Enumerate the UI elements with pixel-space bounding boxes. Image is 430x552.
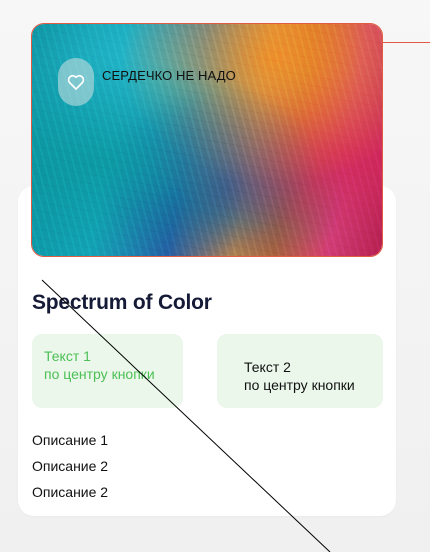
button-2-line-1: Текст 2 bbox=[244, 359, 291, 375]
hero-image: СЕРДЕЧКО НЕ НАДО bbox=[31, 23, 383, 257]
description-item: Описание 2 bbox=[32, 458, 109, 474]
button-1-line-2: по центру кнопки bbox=[44, 366, 155, 382]
favorite-label: СЕРДЕЧКО НЕ НАДО bbox=[102, 68, 236, 83]
annotation-connector bbox=[382, 42, 430, 43]
text-button-2[interactable]: Текст 2 по центру кнопки bbox=[217, 334, 383, 408]
card-title: Spectrum of Color bbox=[32, 291, 212, 314]
paint-texture bbox=[32, 24, 382, 256]
favorite-button[interactable] bbox=[58, 58, 94, 106]
text-button-1[interactable]: Текст 1 по центру кнопки bbox=[32, 334, 183, 408]
button-2-line-2: по центру кнопки bbox=[244, 377, 355, 393]
description-list: Описание 1 Описание 2 Описание 2 bbox=[32, 431, 108, 509]
description-item: Описание 2 bbox=[32, 484, 109, 500]
button-1-line-1: Текст 1 bbox=[44, 348, 91, 364]
heart-icon bbox=[67, 74, 85, 90]
description-item: Описание 1 bbox=[32, 432, 109, 448]
